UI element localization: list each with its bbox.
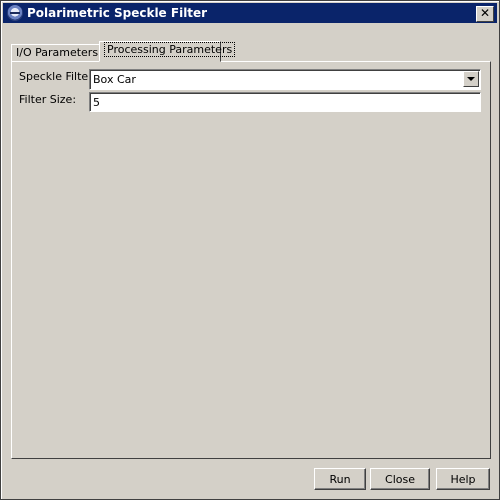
dialog-window: Polarimetric Speckle Filter ✕ I/O Parame… — [0, 0, 500, 500]
window-close-button[interactable]: ✕ — [476, 6, 494, 22]
run-button[interactable]: Run — [314, 468, 366, 490]
close-button[interactable]: Close — [370, 468, 430, 490]
speckle-filter-select[interactable]: Box Car — [89, 69, 481, 90]
close-button-label: Close — [385, 473, 415, 486]
filter-size-input[interactable]: 5 — [89, 92, 481, 112]
title-bar[interactable]: Polarimetric Speckle Filter ✕ — [3, 3, 497, 23]
help-button[interactable]: Help — [436, 468, 490, 490]
filter-size-value: 5 — [93, 96, 100, 109]
help-button-label: Help — [450, 473, 476, 486]
processing-parameters-panel: Speckle Filter: Box Car Filter Size: 5 — [11, 61, 491, 459]
chevron-down-icon[interactable] — [463, 71, 479, 87]
window-title: Polarimetric Speckle Filter — [27, 6, 208, 20]
speckle-filter-value: Box Car — [93, 73, 136, 86]
tab-processing-parameters-label: Processing Parameters — [104, 42, 236, 57]
app-globe-icon — [7, 5, 23, 21]
tab-processing-parameters[interactable]: Processing Parameters — [99, 41, 236, 62]
run-button-label: Run — [329, 473, 351, 486]
close-icon: ✕ — [479, 6, 491, 20]
tab-io-parameters[interactable]: I/O Parameters — [11, 44, 105, 62]
filter-size-label: Filter Size: — [19, 93, 77, 106]
speckle-filter-label: Speckle Filter: — [19, 70, 97, 83]
